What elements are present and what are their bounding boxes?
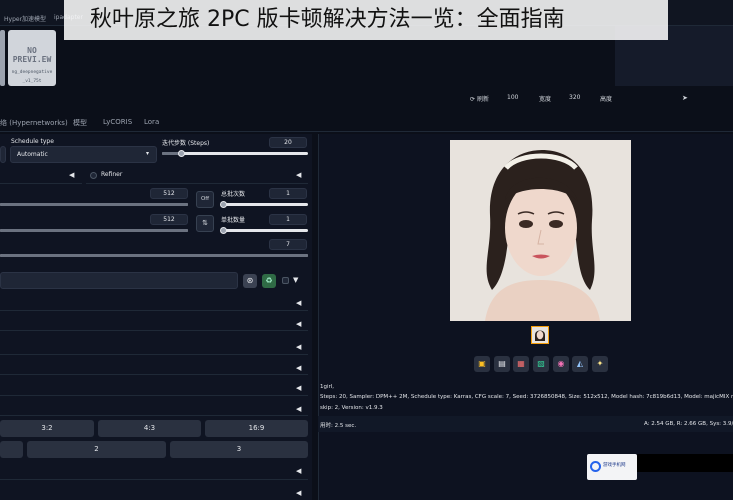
- collapse-left-icon[interactable]: ◀: [296, 467, 301, 475]
- card-height-value[interactable]: 320: [569, 94, 580, 101]
- ratio-button-3-2[interactable]: 3:2: [0, 420, 94, 437]
- height-input[interactable]: 512: [150, 214, 188, 225]
- tab-hyper-model[interactable]: Hyper加速模型: [4, 14, 46, 23]
- accordion-row[interactable]: [0, 378, 308, 396]
- generated-image[interactable]: [450, 140, 631, 321]
- card-name: ng_deepnegative _v1_75t: [11, 70, 53, 84]
- image-thumbnail[interactable]: [531, 326, 549, 344]
- embedding-card[interactable]: NO PREVI.EW ng_deepnegative _v1_75t: [8, 30, 56, 86]
- chevron-down-icon: ▾: [145, 150, 149, 157]
- collapse-left-icon[interactable]: ◀: [296, 384, 301, 392]
- steps-input[interactable]: 20: [269, 137, 307, 148]
- chevron-down-icon[interactable]: ▼: [293, 276, 298, 284]
- collapse-left-icon[interactable]: ◀: [296, 320, 301, 328]
- height-slider[interactable]: [0, 229, 188, 232]
- batch-size-input[interactable]: 1: [269, 214, 307, 225]
- output-prompt: 1girl,: [320, 384, 335, 390]
- accordion-row[interactable]: [0, 462, 308, 480]
- folder-icon[interactable]: ▣: [474, 356, 490, 372]
- batch-count-slider-handle[interactable]: [219, 201, 227, 208]
- generation-parameters: Steps: 20, Sampler: DPM++ 2M, Schedule t…: [320, 394, 733, 400]
- ruler-icon[interactable]: ◭: [572, 356, 588, 372]
- batch-size-label: 单批数量: [221, 217, 246, 224]
- tab-lycoris[interactable]: LyCORIS: [103, 118, 132, 126]
- send-to-img2img-icon[interactable]: ▦: [513, 356, 529, 372]
- portrait-illustration: [450, 140, 631, 321]
- schedule-type-select[interactable]: Automatic ▾: [10, 146, 157, 163]
- cfg-scale-slider-fill: [0, 254, 308, 257]
- multiplier-button-2[interactable]: 2: [27, 441, 166, 458]
- collapse-left-icon[interactable]: ◀: [69, 171, 74, 179]
- steps-label: 迭代步数 (Steps): [162, 140, 210, 147]
- batch-count-label: 总批次数: [221, 191, 246, 198]
- watermark-strip: [637, 454, 733, 472]
- send-to-inpaint-icon[interactable]: ▧: [533, 356, 549, 372]
- refiner-label: Refiner: [101, 171, 123, 178]
- collapse-left-icon[interactable]: ◀: [296, 343, 301, 351]
- accordion-row[interactable]: [0, 357, 308, 375]
- time-taken: 用时: 2.5 sec.: [320, 423, 357, 429]
- refresh-button[interactable]: ⟳ 刷新: [470, 94, 489, 103]
- refiner-checkbox[interactable]: [90, 172, 97, 179]
- cursor-icon: ➤: [682, 94, 688, 102]
- collapse-left-icon[interactable]: ◀: [296, 171, 301, 179]
- tab-hypernetworks[interactable]: 络 (Hypernetworks): [0, 118, 68, 128]
- batch-count-input[interactable]: 1: [269, 188, 307, 199]
- watermark-logo: 游戏手机网: [587, 454, 637, 480]
- batch-size-slider[interactable]: [221, 229, 308, 232]
- card-width-label: 宽度: [539, 96, 552, 103]
- batch-count-slider[interactable]: [221, 203, 308, 206]
- cfg-scale-input[interactable]: 7: [269, 239, 307, 250]
- tab-model[interactable]: 模型: [73, 118, 87, 128]
- collapse-left-icon[interactable]: ◀: [296, 489, 301, 497]
- card-height-label: 高度: [600, 96, 613, 103]
- portrait-thumbnail-illustration: [532, 327, 548, 343]
- width-input[interactable]: 512: [150, 188, 188, 199]
- watermark-icon: [590, 461, 601, 472]
- sampler-select-partial[interactable]: [0, 146, 6, 163]
- ratio-button-4-3[interactable]: 4:3: [98, 420, 201, 437]
- accordion-row[interactable]: [0, 293, 308, 311]
- save-icon[interactable]: ▤: [494, 356, 510, 372]
- memory-usage: A: 2.54 GB, R: 2.66 GB, Sys: 3.9/15.9961…: [644, 421, 733, 427]
- accordion-row[interactable]: [0, 484, 308, 500]
- width-slider[interactable]: [0, 203, 188, 206]
- schedule-type-label: Schedule type: [11, 138, 54, 145]
- accordion-row[interactable]: [0, 313, 308, 331]
- collapse-left-icon[interactable]: ◀: [296, 405, 301, 413]
- collapse-left-icon[interactable]: ◀: [296, 299, 301, 307]
- tab-lora[interactable]: Lora: [144, 118, 159, 126]
- height-slider-fill: [0, 229, 188, 232]
- cfg-scale-slider[interactable]: [0, 254, 308, 257]
- collapse-left-icon[interactable]: ◀: [296, 364, 301, 372]
- multiplier-button-3[interactable]: 3: [170, 441, 308, 458]
- page-title: 秋叶原之旅 2PC 版卡顿解决方法一览：全面指南: [64, 0, 668, 40]
- card-width-value[interactable]: 100: [507, 94, 518, 101]
- extra-seed-checkbox[interactable]: [282, 277, 289, 284]
- swap-dimensions-icon[interactable]: ⇅: [196, 215, 214, 232]
- thumbnail-card-partial[interactable]: [0, 30, 5, 86]
- sparkle-icon[interactable]: ✦: [592, 356, 608, 372]
- accordion-row[interactable]: [0, 337, 308, 355]
- steps-slider-handle[interactable]: [177, 150, 185, 157]
- accordion-row[interactable]: [0, 398, 308, 416]
- recycle-icon[interactable]: ♻: [262, 274, 276, 288]
- card-title: NO PREVI.EW: [12, 46, 52, 64]
- dice-icon[interactable]: ⊛: [243, 274, 257, 288]
- width-slider-fill: [0, 203, 188, 206]
- off-toggle-button[interactable]: Off: [196, 191, 214, 208]
- seed-input[interactable]: [0, 272, 238, 289]
- batch-size-slider-handle[interactable]: [219, 227, 227, 234]
- generation-parameters-cont: skip: 2, Version: v1.9.3: [320, 405, 383, 411]
- send-to-extras-icon[interactable]: ◉: [553, 356, 569, 372]
- multiplier-button-1[interactable]: [0, 441, 23, 458]
- ratio-button-16-9[interactable]: 16:9: [205, 420, 308, 437]
